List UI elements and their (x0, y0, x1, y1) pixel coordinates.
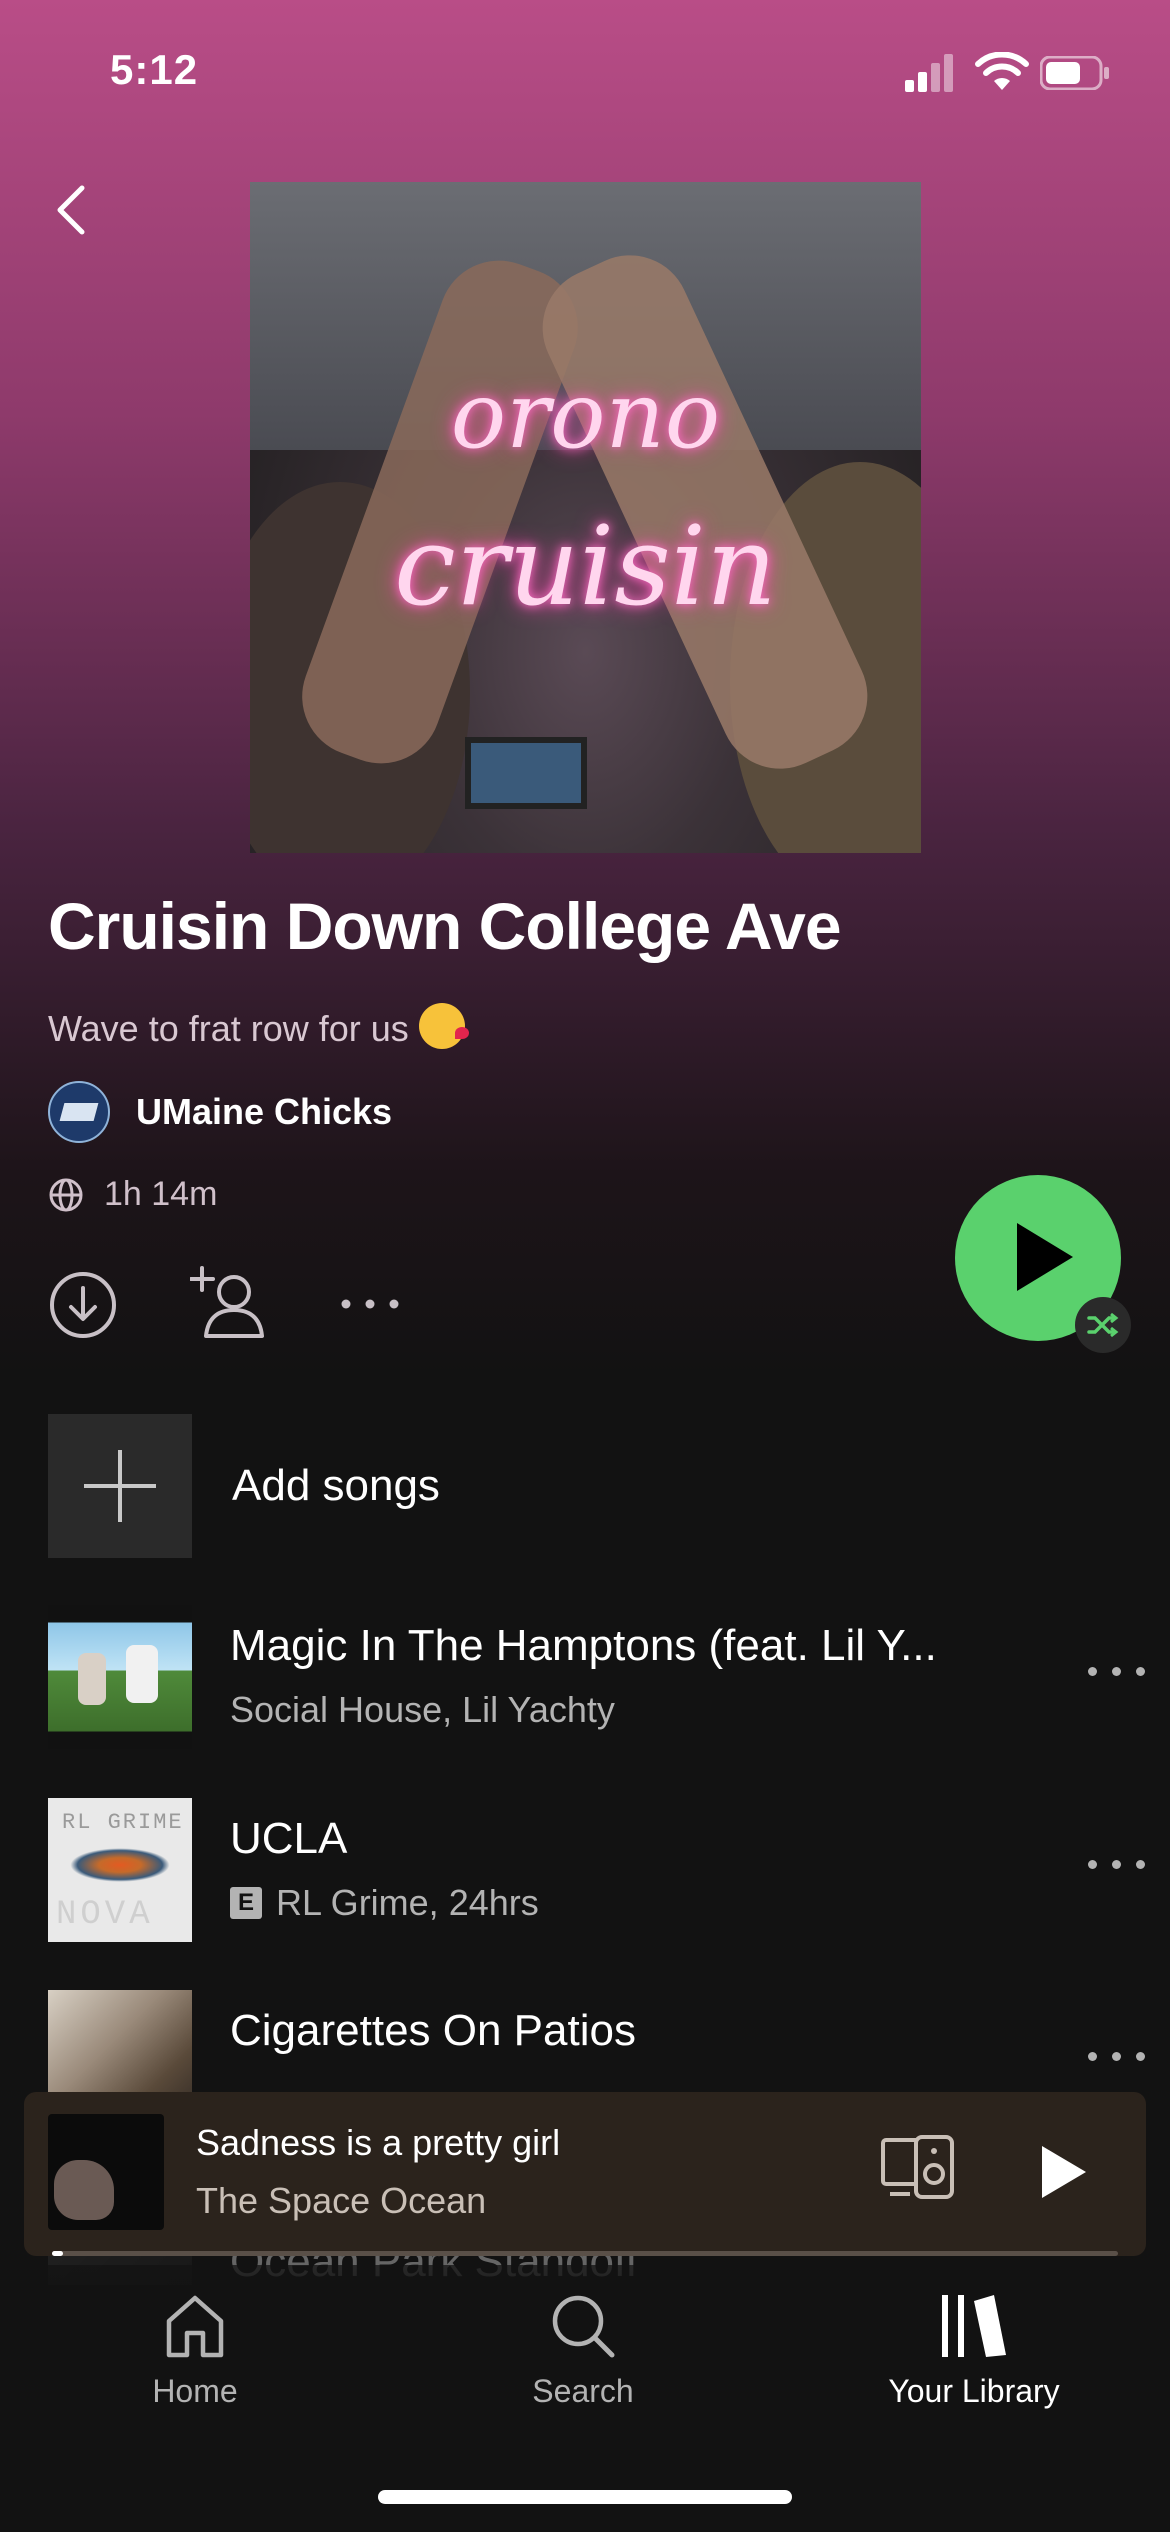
tab-your-library[interactable]: Your Library (854, 2293, 1094, 2410)
track-artwork: RL GRIME NOVA (48, 1798, 192, 1942)
track-more-icon[interactable] (1088, 2052, 1148, 2064)
tab-home[interactable]: Home (75, 2293, 315, 2410)
progress-fill (52, 2251, 63, 2256)
playlist-duration: 1h 14m (104, 1175, 218, 1213)
tab-search[interactable]: Search (463, 2293, 703, 2410)
now-playing-bar[interactable]: Sadness is a pretty girl The Space Ocean (24, 2092, 1146, 2256)
now-playing-play-button[interactable] (1042, 2146, 1086, 2198)
now-playing-artwork (48, 2114, 164, 2230)
description-text: Wave to frat row for us (48, 1008, 409, 1049)
track-artist-text: Social House, Lil Yachty (230, 1689, 615, 1730)
playlist-owner[interactable]: UMaine Chicks (48, 1081, 392, 1143)
now-playing-artist: The Space Ocean (196, 2180, 487, 2221)
home-indicator (378, 2490, 792, 2504)
track-artwork (48, 1990, 192, 2092)
cover-neon-text-bottom: cruisin (394, 502, 777, 630)
track-more-icon[interactable] (1088, 1667, 1148, 1679)
track-artist-text: RL Grime, 24hrs (276, 1882, 539, 1923)
search-icon (552, 2295, 615, 2358)
tab-your-library-label: Your Library (888, 2373, 1060, 2409)
owner-avatar[interactable] (48, 1081, 110, 1143)
playlist-title: Cruisin Down College Ave (48, 889, 842, 963)
tab-home-label: Home (152, 2373, 238, 2409)
explicit-badge: E (230, 1887, 262, 1919)
now-playing-title: Sadness is a pretty girl (196, 2122, 561, 2163)
library-icon (942, 2295, 1006, 2357)
owner-name[interactable]: UMaine Chicks (136, 1091, 392, 1133)
now-playing-progress[interactable] (52, 2251, 1118, 2256)
art-text-top: RL GRIME (62, 1810, 184, 1835)
tab-search-label: Search (532, 2373, 634, 2409)
track-artist: Social House, Lil Yachty (230, 1689, 615, 1731)
playlist-description: Wave to frat row for us (48, 1003, 469, 1050)
status-bar: 5:12 (0, 0, 1170, 150)
shuffle-button[interactable] (1075, 1297, 1131, 1353)
more-options-icon[interactable] (340, 1298, 400, 1310)
status-time: 5:12 (110, 46, 199, 93)
connect-device-icon[interactable] (880, 2134, 956, 2200)
track-title: Magic In The Hamptons (feat. Lil Y... (230, 1621, 937, 1670)
track-artwork (48, 1605, 192, 1749)
track-row[interactable]: Cigarettes On Patios (48, 1990, 1148, 2092)
track-row[interactable]: RL GRIME NOVA UCLA E RL Grime, 24hrs (48, 1798, 1148, 1942)
track-row[interactable]: Magic In The Hamptons (feat. Lil Y... So… (48, 1605, 1148, 1749)
playlist-actions (48, 1258, 448, 1348)
kissing-emoji-icon (418, 1003, 469, 1049)
shuffle-icon (1087, 1312, 1119, 1338)
track-title: Cigarettes On Patios (230, 2006, 636, 2055)
download-icon[interactable] (48, 1270, 118, 1340)
track-title: UCLA (230, 1814, 348, 1863)
back-button[interactable] (48, 180, 92, 240)
add-songs-label: Add songs (232, 1461, 440, 1510)
track-more-icon[interactable] (1088, 1860, 1148, 1872)
plus-icon[interactable] (48, 1414, 192, 1558)
playlist-cover-art: orono cruisin (250, 182, 921, 853)
playlist-meta: 1h 14m (48, 1175, 217, 1214)
art-text-bottom: NOVA (56, 1896, 154, 1934)
track-artist: E RL Grime, 24hrs (230, 1882, 539, 1924)
battery-icon (1040, 56, 1109, 90)
cover-neon-text-top: orono (450, 362, 721, 469)
home-icon (166, 2295, 224, 2358)
add-collaborator-icon[interactable] (190, 1264, 270, 1340)
globe-icon (49, 1178, 83, 1211)
wifi-icon (975, 52, 1029, 90)
signal-icon (905, 54, 953, 92)
add-songs-row[interactable]: Add songs (48, 1414, 1148, 1558)
